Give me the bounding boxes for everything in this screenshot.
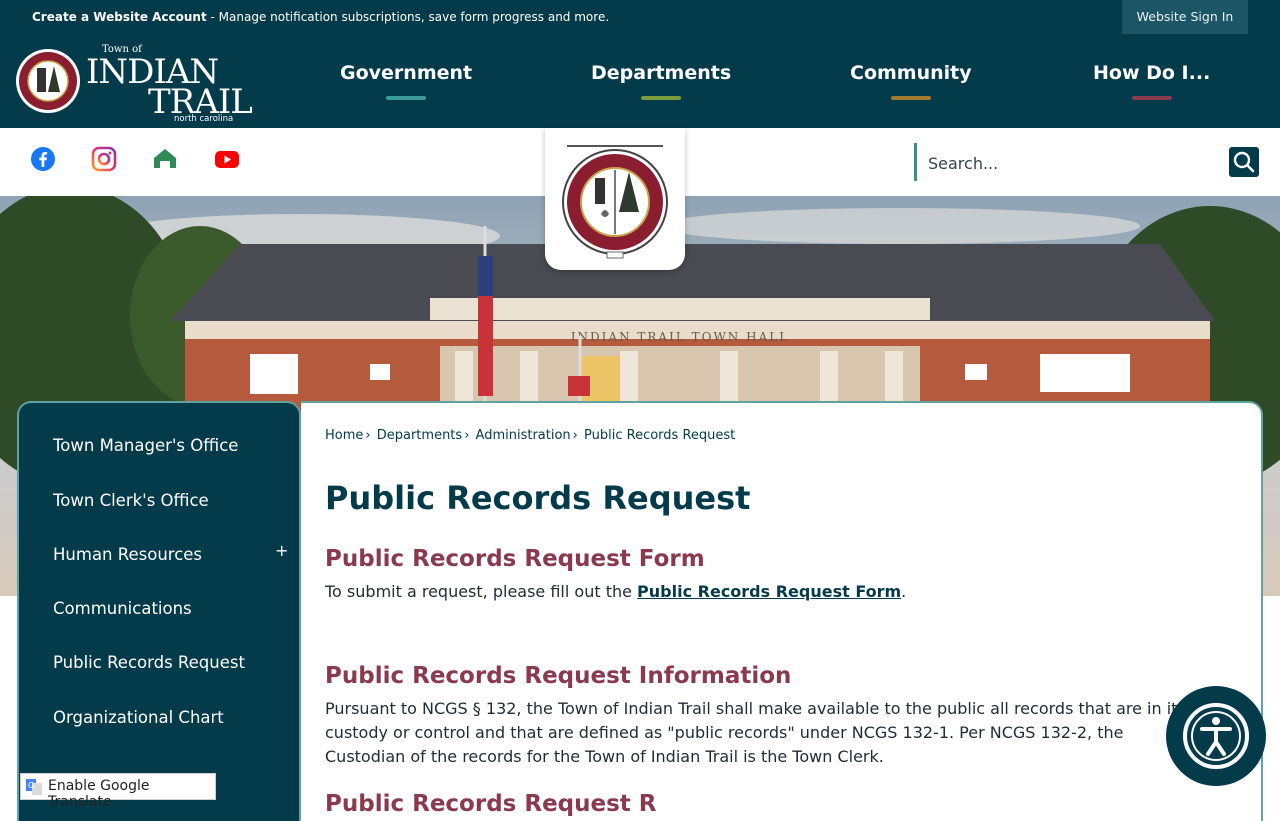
public-records-form-link[interactable]: Public Records Request Form (637, 582, 901, 601)
search-input[interactable] (926, 147, 1200, 179)
create-account-label[interactable]: Create a Website Account (32, 10, 207, 24)
search-divider (914, 143, 917, 181)
search-button[interactable] (1229, 147, 1259, 177)
nav-government-label[interactable]: Government (340, 62, 472, 84)
breadcrumb-departments[interactable]: Departments (377, 428, 462, 443)
info-section-text: Pursuant to NCGS § 132, the Town of Indi… (325, 699, 1186, 766)
nav-government-accent (386, 96, 427, 100)
nextdoor-icon[interactable] (152, 146, 182, 176)
sidebar-item-human-resources[interactable]: Human Resources (53, 545, 202, 564)
breadcrumb-separator: › (464, 428, 470, 443)
breadcrumb-home[interactable]: Home (325, 428, 363, 443)
breadcrumb-administration[interactable]: Administration (476, 428, 571, 443)
accessibility-icon (1183, 703, 1249, 769)
sidebar-item-public-records-request[interactable]: Public Records Request (53, 653, 245, 672)
create-account-description: - Manage notification subscriptions, sav… (206, 10, 610, 24)
nav-government[interactable]: Government (340, 62, 472, 100)
form-section-intro: To submit a request, please fill out the (325, 582, 638, 601)
breadcrumb-current[interactable]: Public Records Request (584, 428, 735, 443)
expand-human-resources-button[interactable]: + (275, 541, 288, 560)
sidebar-item-town-managers-office[interactable]: Town Manager's Office (53, 436, 238, 455)
nav-how-do-i[interactable]: How Do I... (1093, 62, 1210, 100)
info-section-heading: Public Records Request Information (325, 663, 792, 689)
page-title: Public Records Request (325, 479, 751, 517)
nav-how-do-i-accent (1131, 96, 1172, 100)
create-account-link[interactable]: Create a Website Account - Manage notifi… (32, 10, 609, 24)
form-section-period: . (901, 582, 907, 601)
facebook-icon[interactable] (30, 146, 60, 176)
form-section-heading: Public Records Request Form (325, 546, 705, 572)
accessibility-button[interactable] (1166, 686, 1266, 786)
google-translate-button[interactable]: G Enable Google Translate (20, 773, 216, 810)
google-translate-label: Enable Google Translate (48, 778, 150, 810)
youtube-icon[interactable] (214, 146, 244, 176)
sidebar-item-organizational-chart[interactable]: Organizational Chart (53, 708, 224, 727)
sidebar-item-communications[interactable]: Communications (53, 599, 192, 618)
svg-text:G: G (28, 781, 34, 790)
sidebar-item-town-clerks-office[interactable]: Town Clerk's Office (53, 491, 209, 510)
search-icon (1233, 151, 1255, 173)
town-seal-icon (562, 145, 668, 259)
town-logo[interactable]: Town of INDIAN TRAIL north carolina (14, 44, 254, 124)
nav-departments-label[interactable]: Departments (591, 62, 731, 84)
logo-state: north carolina (174, 114, 234, 124)
form-section-text: To submit a request, please fill out the… (325, 580, 1205, 604)
site-header: Town of INDIAN TRAIL north carolina Gove… (0, 36, 1280, 128)
utility-bar: Create a Website Account - Manage notifi… (0, 0, 1280, 36)
main-content: Home › Departments › Administration › Publi… (301, 401, 1263, 821)
nav-community-label[interactable]: Community (850, 62, 972, 84)
website-sign-in-button[interactable]: Website Sign In (1122, 0, 1248, 34)
nav-community-accent (890, 96, 931, 100)
breadcrumb-separator: › (572, 428, 578, 443)
instagram-icon[interactable] (91, 146, 121, 176)
nav-departments-accent (641, 96, 682, 100)
building-sign: INDIAN TRAIL TOWN HALL (571, 330, 789, 344)
breadcrumb-separator: › (365, 428, 371, 443)
nav-community[interactable]: Community (850, 62, 972, 100)
google-translate-icon: G (26, 779, 42, 795)
nav-how-do-i-label[interactable]: How Do I... (1093, 62, 1210, 84)
town-seal-badge (545, 128, 685, 270)
site-search (914, 143, 1260, 181)
next-section-heading: Public Records Request R (325, 791, 657, 817)
breadcrumb: Home › Departments › Administration › Publi… (325, 428, 735, 443)
sidebar-nav: Town Manager's Office Town Clerk's Offic… (17, 401, 301, 821)
nav-departments[interactable]: Departments (591, 62, 731, 100)
